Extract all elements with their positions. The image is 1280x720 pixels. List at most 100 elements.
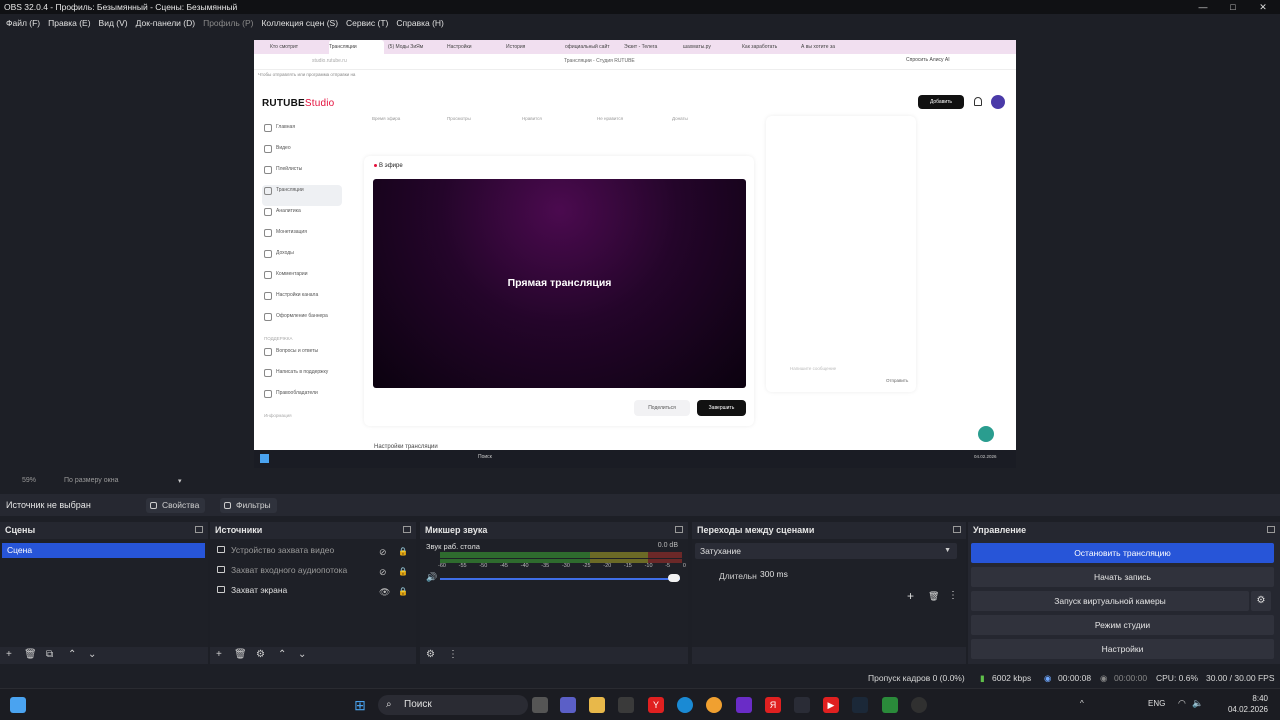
youtube-icon[interactable]: ▶ (823, 697, 839, 713)
teams-icon[interactable] (560, 697, 576, 713)
nav-item-channel-settings: Настройки канала (262, 290, 342, 311)
mixer-title: Микшер звука (425, 525, 488, 535)
move-up-icon[interactable]: ⌃ (68, 649, 76, 660)
trash-icon[interactable]: 🗑 (234, 649, 247, 660)
trash-icon[interactable]: 🗑 (928, 591, 939, 602)
zoom-dropdown-icon[interactable]: ▾ (178, 477, 182, 485)
wifi-icon[interactable]: ◠ (1178, 698, 1186, 709)
taskbar-search[interactable]: ⌕ Поиск (378, 695, 528, 715)
mixer-settings-icon[interactable]: ⚙ (426, 649, 435, 660)
source-item[interactable]: Захват входного аудиопотока ⊘ 🔒 (214, 562, 414, 578)
steam-icon[interactable] (852, 697, 868, 713)
undock-icon[interactable] (195, 526, 203, 533)
move-down-icon[interactable]: ⌄ (88, 649, 96, 660)
store-icon[interactable] (618, 697, 634, 713)
eye-hidden-icon[interactable]: ⊘ (379, 564, 387, 580)
trash-icon[interactable]: 🗑 (24, 649, 37, 660)
start-record-button[interactable]: Начать запись (971, 567, 1274, 587)
menu-edit[interactable]: Правка (E) (46, 16, 96, 30)
scene-item[interactable]: Сцена (2, 543, 205, 558)
properties-button[interactable]: Свойства (146, 498, 206, 513)
move-up-icon[interactable]: ⌃ (278, 649, 286, 660)
source-name: Устройство захвата видео (231, 545, 335, 555)
gear-icon[interactable]: ⚙ (256, 649, 265, 660)
windows-start-icon[interactable]: ⊞ (352, 697, 368, 713)
filter-icon[interactable]: ⧉ (46, 649, 53, 660)
clock-time: 8:40 (1252, 694, 1268, 703)
menu-help[interactable]: Справка (H) (394, 16, 450, 30)
nav-item-streams: Трансляции (262, 185, 342, 206)
menu-scene-collection[interactable]: Коллекция сцен (S) (259, 16, 344, 30)
lock-icon[interactable]: 🔒 (398, 544, 408, 560)
transition-select[interactable]: Затухание ▼ (695, 543, 957, 559)
gear-icon[interactable]: ⚙ (1251, 591, 1271, 611)
source-item[interactable]: Устройство захвата видео ⊘ 🔒 (214, 542, 414, 558)
widgets-icon[interactable] (10, 697, 26, 713)
nav-item-faq: Вопросы и ответы (262, 346, 342, 367)
volume-slider-handle[interactable] (668, 574, 680, 582)
signal-icon: ▮ (980, 673, 985, 683)
lock-icon[interactable]: 🔒 (398, 564, 408, 580)
add-icon[interactable]: + (216, 649, 222, 660)
dock-title: Сцены (0, 522, 208, 538)
source-name: Захват экрана (231, 585, 288, 595)
undock-icon[interactable] (675, 526, 683, 533)
speaker-icon[interactable]: 🔊 (426, 572, 437, 583)
task-view-icon[interactable] (532, 697, 548, 713)
add-button: Добавить (918, 95, 964, 109)
undock-icon[interactable] (953, 526, 961, 533)
settings-button[interactable]: Настройки (971, 639, 1274, 659)
add-icon[interactable]: + (6, 649, 12, 660)
language-indicator[interactable]: ENG (1148, 699, 1165, 708)
logo-text: RUTUBE (262, 98, 305, 109)
app-icon[interactable] (794, 697, 810, 713)
app-icon[interactable] (882, 697, 898, 713)
app-icon[interactable] (706, 697, 722, 713)
more-icon[interactable]: ⋮ (448, 649, 458, 660)
more-icon[interactable]: ⋮ (948, 590, 958, 601)
app-icon[interactable] (736, 697, 752, 713)
folder-icon[interactable] (589, 697, 605, 713)
add-icon[interactable]: + (907, 589, 914, 603)
stop-stream-button[interactable]: Остановить трансляцию (971, 543, 1274, 563)
minimize-button[interactable]: — (1188, 0, 1218, 14)
preview-canvas[interactable]: Кто смотрит Трансляции (5) Моды ЗиЯм Нас… (254, 40, 1016, 468)
help-fab-icon (978, 426, 994, 442)
virtual-camera-button[interactable]: Запуск виртуальной камеры (971, 591, 1249, 611)
zoom-mode[interactable]: По размеру окна (64, 477, 118, 484)
stat-label: Время эфира (372, 116, 401, 121)
browser-tab: Как заработать (742, 44, 778, 50)
move-down-icon[interactable]: ⌄ (298, 649, 306, 660)
menu-docks[interactable]: Док-панели (D) (134, 16, 201, 30)
undock-icon[interactable] (1267, 526, 1275, 533)
eye-icon[interactable]: 👁 (379, 584, 390, 600)
taskbar-clock[interactable]: 8:40 04.02.2026 (1208, 693, 1268, 715)
menu-tools[interactable]: Сервис (T) (344, 16, 394, 30)
studio-mode-button[interactable]: Режим студии (971, 615, 1274, 635)
volume-slider[interactable] (440, 578, 680, 580)
chat-send: Отправить (886, 378, 909, 383)
yandex-browser-icon[interactable]: Y (648, 697, 664, 713)
filters-button[interactable]: Фильтры (220, 498, 277, 513)
source-item[interactable]: Захват экрана 👁 🔒 (214, 582, 414, 598)
volume-icon[interactable]: 🔈 (1192, 698, 1203, 709)
lock-icon[interactable]: 🔒 (398, 584, 408, 600)
tray-chevron-icon[interactable]: ^ (1080, 699, 1084, 708)
duration-input[interactable]: 300 ms (757, 565, 957, 583)
source-name: Захват входного аудиопотока (231, 565, 348, 575)
filters-label: Фильтры (236, 500, 271, 510)
edge-icon[interactable] (677, 697, 693, 713)
obs-icon[interactable] (911, 697, 927, 713)
menu-view[interactable]: Вид (V) (97, 16, 134, 30)
browser-tab: официальный сайт (565, 44, 610, 50)
menu-profile[interactable]: Профиль (P) (201, 16, 259, 30)
close-button[interactable]: ✕ (1248, 0, 1278, 14)
eye-hidden-icon[interactable]: ⊘ (379, 544, 387, 560)
monitor-icon (217, 586, 225, 593)
zoom-value[interactable]: 59% (22, 477, 36, 484)
maximize-button[interactable]: □ (1218, 0, 1248, 14)
undock-icon[interactable] (403, 526, 411, 533)
microphone-icon (217, 566, 225, 573)
menu-file[interactable]: Файл (F) (4, 16, 46, 30)
yandex-icon[interactable]: Я (765, 697, 781, 713)
